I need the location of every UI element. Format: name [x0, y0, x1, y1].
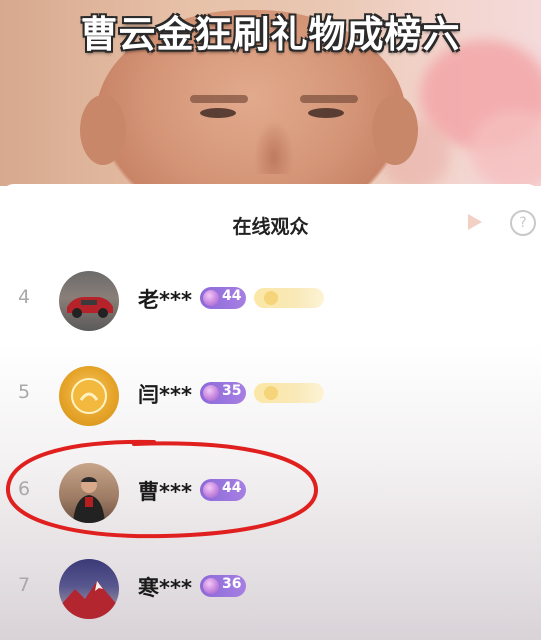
help-icon[interactable]: ? — [510, 210, 536, 236]
rank-number: 5 — [17, 381, 31, 403]
gem-icon — [203, 385, 219, 401]
viewer-name: 曹*** — [138, 480, 192, 504]
gem-icon — [203, 290, 219, 306]
car-avatar[interactable] — [59, 271, 119, 331]
viewer-row[interactable]: 5 闫*** 35 — [0, 359, 541, 429]
gold-avatar[interactable] — [59, 366, 119, 426]
level-badge: 44 — [200, 287, 246, 309]
video-headline: 曹云金狂刷礼物成榜六 — [80, 13, 461, 56]
fan-club-badge — [254, 288, 324, 308]
gem-icon — [203, 482, 219, 498]
viewer-row[interactable]: 4 老*** 44 — [0, 264, 541, 334]
mountain-avatar[interactable] — [59, 559, 119, 619]
viewer-row[interactable]: 6 曹*** 44 — [0, 456, 541, 526]
fan-club-badge — [254, 383, 324, 403]
share-icon[interactable] — [465, 212, 485, 232]
live-video-frame: 曹云金狂刷礼物成榜六 — [0, 0, 541, 186]
online-audience-panel: 在线观众 ? 4 老*** 44 5 闫*** 35 6 曹*** 44 7 寒… — [0, 184, 541, 640]
viewer-name: 寒*** — [138, 576, 192, 600]
level-badge: 44 — [200, 479, 246, 501]
viewer-name: 老*** — [138, 288, 192, 312]
panel-title: 在线观众 — [232, 216, 309, 238]
rank-number: 7 — [17, 574, 31, 596]
rank-number: 6 — [17, 478, 31, 500]
gem-icon — [203, 578, 219, 594]
person-avatar[interactable] — [59, 463, 119, 523]
level-badge: 35 — [200, 382, 246, 404]
rank-number: 4 — [17, 286, 31, 308]
viewer-row[interactable]: 7 寒*** 36 — [0, 552, 541, 622]
level-badge: 36 — [200, 575, 246, 597]
viewer-name: 闫*** — [138, 383, 192, 407]
